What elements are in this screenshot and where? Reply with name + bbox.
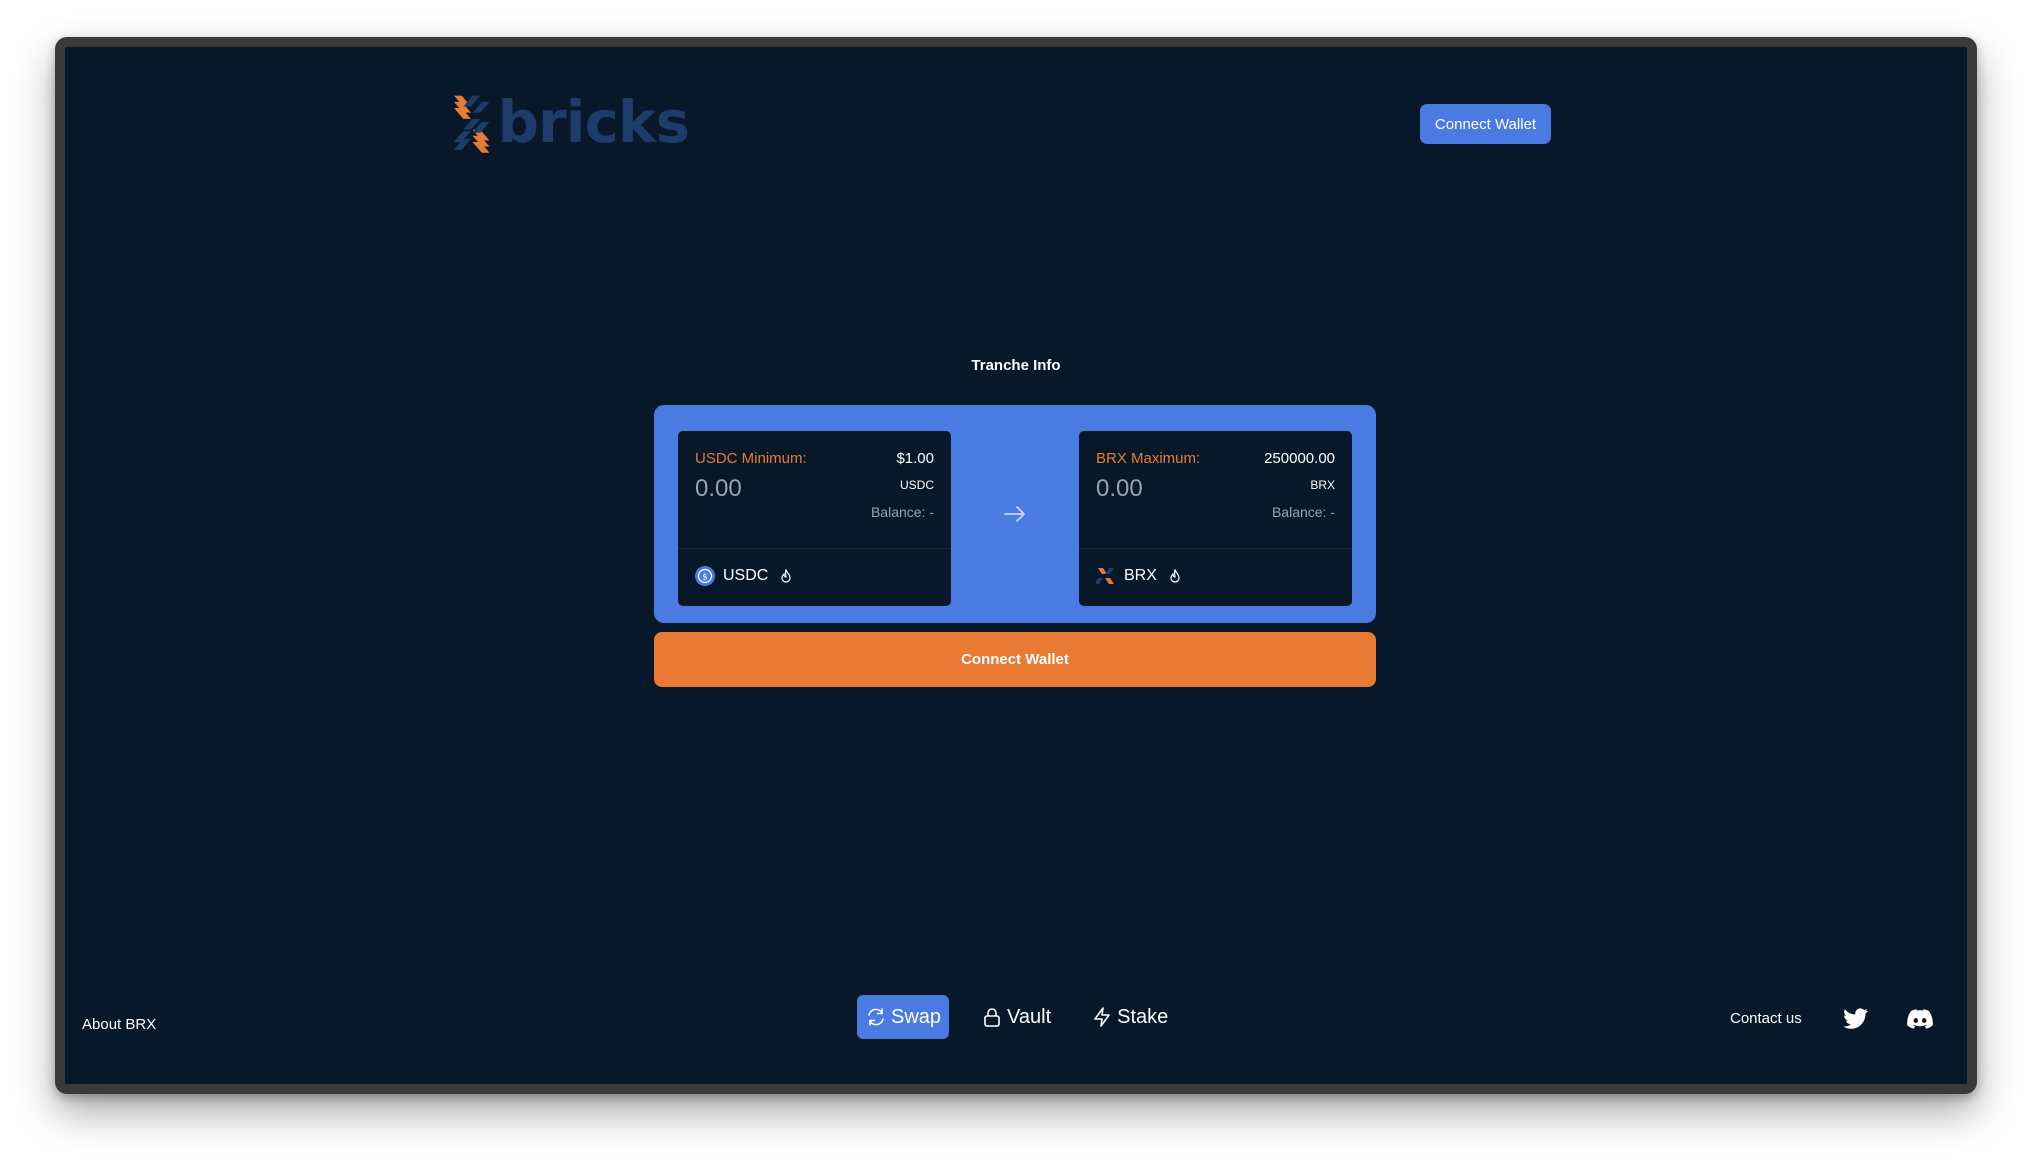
brand-name: bricks [497, 88, 690, 156]
nav-stake[interactable]: Stake [1083, 995, 1176, 1039]
to-token-card: BRX Maximum: 250000.00 BRX Balance: - BR… [1079, 431, 1352, 606]
discord-icon[interactable] [1907, 1007, 1933, 1031]
brx-amount-input[interactable] [1096, 475, 1246, 503]
about-brx-link[interactable]: About BRX [82, 1016, 156, 1033]
flame-icon [781, 569, 791, 583]
brx-unit: BRX [1310, 478, 1335, 492]
brx-token-selector[interactable]: BRX [1096, 566, 1181, 586]
brx-balance: Balance: - [1271, 504, 1335, 520]
usdc-unit: USDC [899, 478, 934, 492]
nav-swap[interactable]: Swap [857, 995, 950, 1039]
twitter-icon[interactable] [1843, 1007, 1869, 1031]
nav-vault[interactable]: Vault [973, 995, 1059, 1039]
refresh-icon [868, 1008, 884, 1026]
bricks-logo-icon [454, 95, 490, 153]
bottom-nav: Swap Vault Stake [857, 995, 1176, 1039]
usdc-coin-icon: $ [695, 566, 715, 586]
lightning-icon [1094, 1007, 1110, 1027]
usdc-amount-input[interactable] [695, 475, 845, 503]
usdc-token-name: USDC [723, 567, 769, 584]
nav-vault-label: Vault [1007, 1005, 1052, 1028]
swap-panel: USDC Minimum: $1.00 USDC Balance: - $ US… [654, 405, 1376, 623]
card-divider [1079, 548, 1352, 549]
arrow-right-icon [1004, 506, 1025, 522]
brx-maximum-label: BRX Maximum: [1096, 450, 1201, 467]
nav-swap-label: Swap [891, 1005, 942, 1028]
app-screen: bricks Connect Wallet Tranche Info USDC … [65, 47, 1967, 1084]
browser-window: bricks Connect Wallet Tranche Info USDC … [55, 37, 1977, 1094]
brx-token-name: BRX [1124, 567, 1157, 584]
contact-us-link[interactable]: Contact us [1730, 1010, 1802, 1027]
usdc-minimum-label: USDC Minimum: [695, 450, 807, 467]
svg-text:$: $ [702, 573, 708, 583]
tranche-info-title: Tranche Info [971, 357, 1061, 374]
bricks-logo[interactable]: bricks [454, 85, 690, 165]
connect-wallet-main-button[interactable]: Connect Wallet [654, 632, 1376, 687]
card-divider [678, 548, 951, 549]
lock-icon [984, 1008, 1000, 1027]
flame-icon [1170, 569, 1180, 583]
usdc-token-selector[interactable]: $ USDC [695, 566, 792, 586]
nav-stake-label: Stake [1117, 1005, 1169, 1028]
from-token-card: USDC Minimum: $1.00 USDC Balance: - $ US… [678, 431, 951, 606]
brx-maximum-value: 250000.00 [1264, 450, 1335, 467]
brx-logo-icon [1096, 568, 1114, 584]
connect-wallet-button[interactable]: Connect Wallet [1420, 104, 1551, 144]
usdc-balance: Balance: - [870, 504, 934, 520]
usdc-minimum-value: $1.00 [896, 450, 934, 467]
